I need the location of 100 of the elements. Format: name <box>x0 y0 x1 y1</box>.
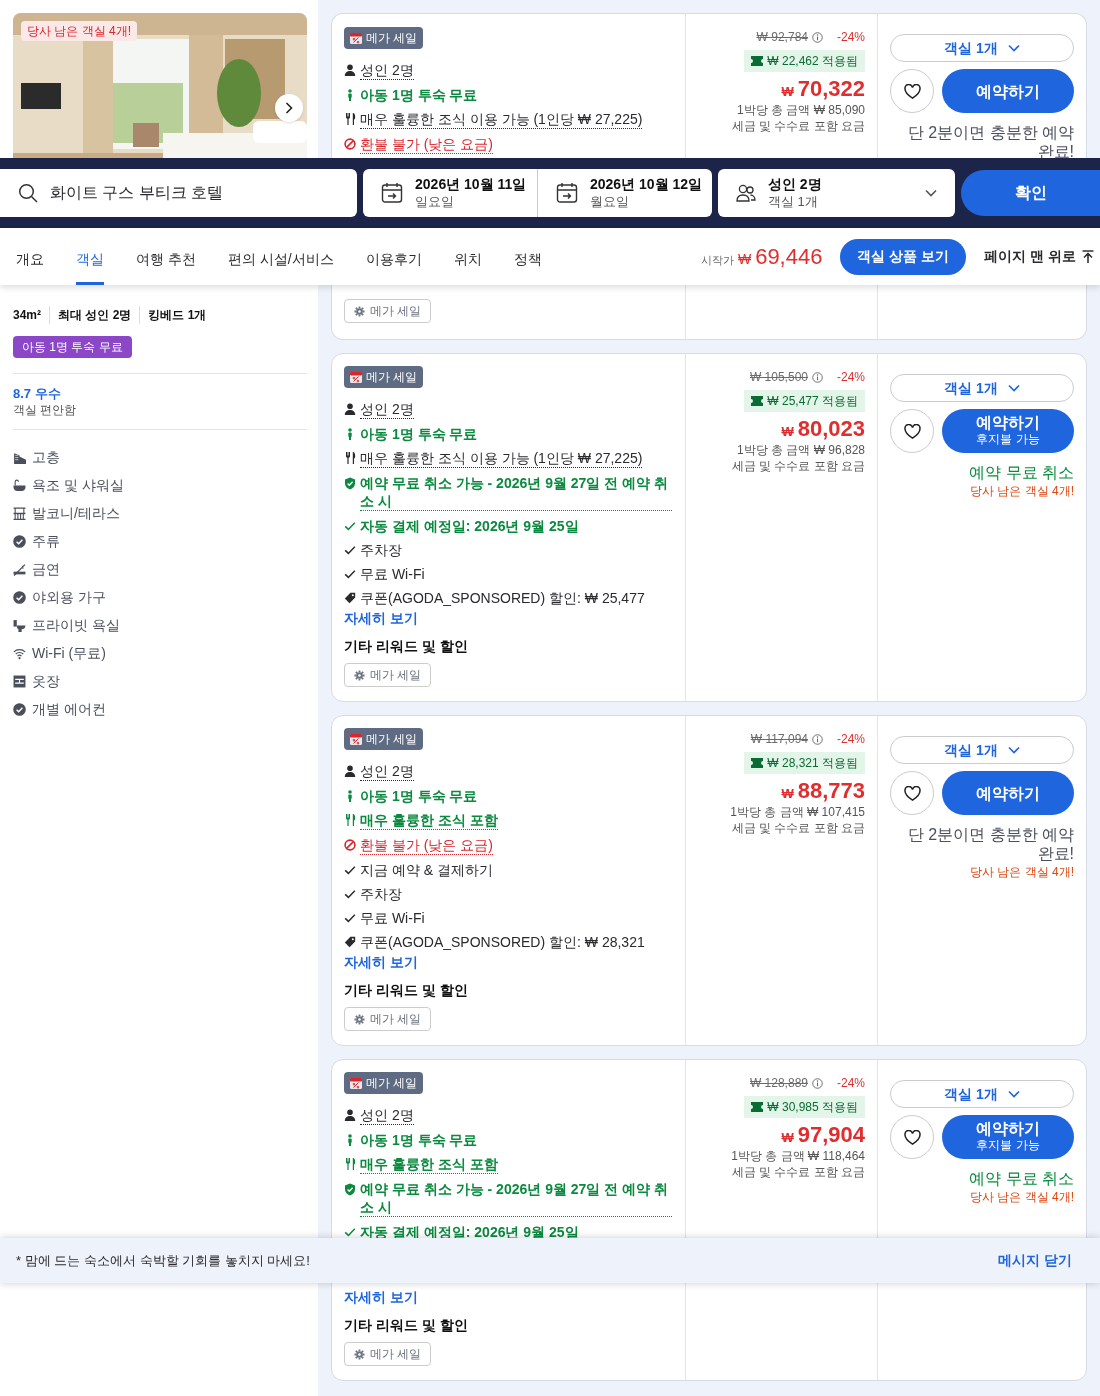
chevron-down-icon <box>1007 44 1020 52</box>
price-label: 시작가 <box>700 253 734 268</box>
mega-sale-badge: 메가 세일 <box>344 366 424 388</box>
offer-feature: 성인 2명 <box>360 1106 414 1125</box>
book-button[interactable]: 예약하기 후지불 가능 <box>942 1115 1074 1159</box>
check-icon <box>344 864 356 876</box>
ticket-icon <box>751 758 764 768</box>
rooms-left-note: 당사 남은 객실 4개! <box>970 1189 1074 1206</box>
offer-feature: 지금 예약 & 결제하기 <box>360 861 493 879</box>
child-icon <box>346 1134 354 1146</box>
offer-feature: 주차장 <box>360 885 402 903</box>
offer-feature: 자동 결제 예정일: 2026년 9월 25일 <box>360 517 579 535</box>
reward-chip: 메가 세일 <box>344 1007 432 1031</box>
back-to-top-link[interactable]: 페이지 맨 위로 <box>984 246 1094 267</box>
discount-percent: -24% <box>837 1075 865 1092</box>
offer-feature: 주차장 <box>360 541 402 559</box>
kids-free-badge: 아동 1명 투숙 무료 <box>13 336 132 358</box>
search-field[interactable]: 화이트 구스 부티크 호텔 <box>0 169 358 217</box>
calendar-icon <box>350 733 362 745</box>
check-in-date[interactable]: 2026년 10월 11일 일요일 <box>363 169 538 217</box>
check-icon <box>344 520 356 532</box>
details-link[interactable]: 자세히 보기 <box>344 1288 418 1306</box>
original-price: ₩ 105,500 <box>749 369 808 386</box>
section-tab[interactable]: 편의 시설/서비스 <box>227 228 334 285</box>
availability-badge: 당사 남은 객실 4개! <box>21 21 137 41</box>
details-link[interactable]: 자세히 보기 <box>344 953 418 971</box>
calendar-icon <box>350 371 362 383</box>
fork-knife-icon <box>344 1158 356 1170</box>
tax-note: 세금 및 수수료 포함 요금 <box>731 1164 865 1180</box>
info-icon <box>812 371 823 383</box>
rewards-heading: 기타 리워드 및 할인 <box>344 981 468 999</box>
child-icon <box>346 790 354 802</box>
section-tab[interactable]: 이용후기 <box>365 228 422 285</box>
discount-percent: -24% <box>837 731 865 748</box>
shield-check-icon <box>344 1182 356 1196</box>
offer-feature: 성인 2명 <box>360 400 414 419</box>
heart-icon <box>903 785 921 801</box>
check-circle-icon <box>13 534 26 548</box>
room-price: 80,023 <box>797 416 865 442</box>
check-circle-icon <box>13 590 26 604</box>
currency-symbol: ₩ <box>781 785 794 803</box>
room-spec: 킹베드 1개 <box>139 306 215 324</box>
total-price: 1박당 총 금액 ₩ 107,415 <box>730 804 865 820</box>
confirm-button[interactable]: 확인 <box>961 170 1100 216</box>
gear-icon <box>354 1348 365 1360</box>
close-message-button[interactable]: 메시지 닫기 <box>998 1250 1072 1271</box>
booking-note: 예약 무료 취소 <box>969 463 1074 482</box>
offer-feature: 매우 훌륭한 조식 이용 가능 (1인당 ₩ 27,225) <box>360 110 643 129</box>
tax-note: 세금 및 수수료 포함 요금 <box>731 820 865 836</box>
coupon-applied-badge: ₩ 22,462 적용됨 <box>744 50 865 72</box>
amenity-label: 고층 <box>32 447 60 467</box>
offer-feature: 아동 1명 투숙 무료 <box>360 787 478 805</box>
section-tab[interactable]: 여행 추천 <box>136 228 196 285</box>
original-price: ₩ 117,094 <box>750 731 808 748</box>
tax-note: 세금 및 수수료 포함 요금 <box>731 458 865 474</box>
mega-sale-badge: 메가 세일 <box>344 1072 424 1094</box>
fork-knife-icon <box>344 113 356 125</box>
book-button[interactable]: 예약하기 후지불 가능 <box>942 409 1074 453</box>
info-icon <box>812 1077 823 1089</box>
offer-feature: 매우 훌륭한 조식 포함 <box>360 811 498 830</box>
ticket-icon <box>751 1102 764 1112</box>
section-tab[interactable]: 개요 <box>16 228 44 285</box>
offer-feature: 쿠폰(AGODA_SPONSORED) 할인: ₩ 28,321 <box>360 933 645 951</box>
offer-feature: 성인 2명 <box>360 762 414 781</box>
bathtub-icon <box>13 478 26 492</box>
calendar-icon <box>350 1077 362 1089</box>
offer-feature: 환불 불가 (낮은 요금) <box>360 135 493 154</box>
total-price: 1박당 총 금액 ₩ 96,828 <box>736 442 865 458</box>
check-out-date[interactable]: 2026년 10월 12일 월요일 <box>538 169 712 217</box>
chevron-down-icon <box>925 189 938 197</box>
details-link[interactable]: 자세히 보기 <box>344 609 418 627</box>
child-icon <box>346 89 354 101</box>
offer-feature: 아동 1명 투숙 무료 <box>360 1131 478 1149</box>
wardrobe-icon <box>13 674 26 688</box>
child-icon <box>346 428 354 440</box>
heart-icon <box>903 423 921 439</box>
book-button[interactable]: 예약하기 <box>942 771 1074 815</box>
coupon-applied-badge: ₩ 30,985 적용됨 <box>744 1096 865 1118</box>
check-circle-icon <box>13 702 26 716</box>
no-entry-icon <box>344 138 356 150</box>
view-rooms-button[interactable]: 객실 상품 보기 <box>840 238 967 275</box>
section-tab[interactable]: 정책 <box>513 228 542 285</box>
heart-icon <box>903 1129 921 1145</box>
book-button[interactable]: 예약하기 <box>942 69 1074 113</box>
reward-chip: 메가 세일 <box>344 663 432 687</box>
rating-note: 객실 편안함 <box>13 402 78 418</box>
ticket-icon <box>751 396 764 406</box>
coupon-applied-badge: ₩ 25,477 적용됨 <box>744 390 865 412</box>
room-spec: 최대 성인 2명 <box>49 306 140 324</box>
search-icon <box>18 183 38 203</box>
currency-symbol: ₩ <box>737 250 752 269</box>
total-price: 1박당 총 금액 ₩ 85,090 <box>736 102 865 118</box>
amenity-label: 야외용 가구 <box>32 587 106 607</box>
guests-selector[interactable]: 성인 2명 객실 1개 <box>717 169 956 217</box>
toilet-icon <box>13 618 26 632</box>
section-tab[interactable]: 위치 <box>453 228 482 285</box>
shield-check-icon <box>344 476 356 490</box>
amenity-label: Wi-Fi (무료) <box>32 643 106 663</box>
reward-chip: 메가 세일 <box>344 299 432 323</box>
rewards-heading: 기타 리워드 및 할인 <box>344 1316 468 1334</box>
